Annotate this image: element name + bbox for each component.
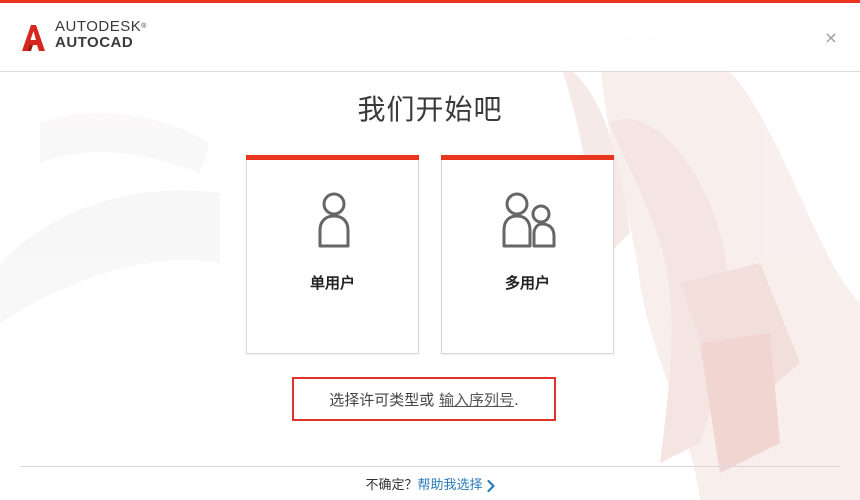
license-prompt: 选择许可类型或 输入序列号. — [294, 389, 554, 410]
title-bar: AUTODESK® AUTOCAD × — [0, 3, 860, 72]
single-user-card[interactable]: 单用户 — [246, 155, 419, 354]
multi-user-card[interactable]: 多用户 — [441, 155, 614, 354]
brand-wordmark: AUTODESK® AUTOCAD — [55, 19, 147, 51]
license-highlight-box: 选择许可类型或 输入序列号. — [292, 377, 556, 421]
background-artwork — [0, 33, 860, 500]
single-user-label: 单用户 — [309, 274, 355, 292]
brand-trademark: ® — [141, 23, 147, 30]
multi-user-label: 多用户 — [504, 274, 550, 292]
card-accent-bar — [246, 155, 419, 160]
footer-divider — [20, 466, 840, 467]
brand-product: AUTOCAD — [55, 34, 134, 51]
help-me-choose-link[interactable]: 帮助我选择 — [418, 478, 483, 493]
card-accent-bar — [441, 155, 614, 160]
brand-company: AUTODESK — [55, 18, 142, 35]
license-prompt-text: 选择许可类型或 — [329, 391, 435, 409]
footer-help: 不确定？帮助我选择 — [0, 474, 860, 493]
close-button[interactable]: × — [824, 30, 838, 46]
multi-user-icon — [502, 192, 556, 248]
license-suffix: . — [514, 391, 519, 409]
page-title: 我们开始吧 — [357, 93, 503, 126]
enter-serial-link[interactable]: 输入序列号 — [439, 391, 514, 409]
single-user-icon — [318, 192, 350, 248]
autocad-logo-icon — [22, 25, 45, 51]
chevron-right-icon[interactable] — [486, 479, 495, 492]
footer-question: 不确定？ — [365, 478, 418, 493]
